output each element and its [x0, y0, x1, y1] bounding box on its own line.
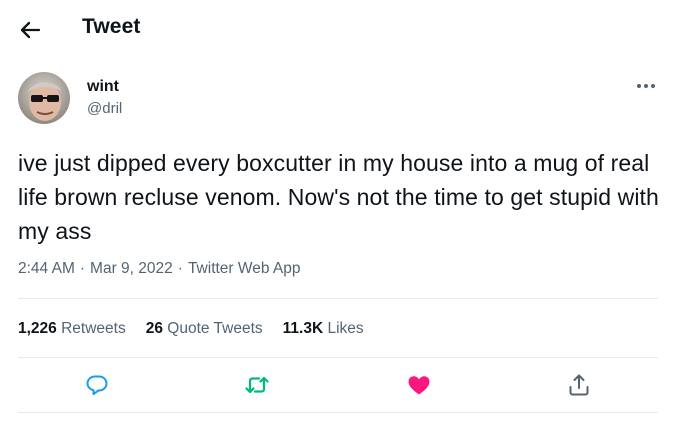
- tweet-date[interactable]: Mar 9, 2022: [90, 260, 173, 277]
- retweets-label: Retweets: [61, 320, 126, 337]
- likes-stat[interactable]: 11.3K Likes: [283, 320, 364, 337]
- author-handle[interactable]: @dril: [87, 100, 122, 117]
- meta-separator: ·: [177, 260, 183, 277]
- tweet-time[interactable]: 2:44 AM: [18, 260, 75, 277]
- like-heart-icon[interactable]: [406, 372, 432, 398]
- likes-label: Likes: [327, 320, 364, 337]
- share-icon[interactable]: [566, 372, 592, 398]
- likes-count: 11.3K: [282, 320, 324, 337]
- retweets-stat[interactable]: 1,226 Retweets: [18, 320, 126, 337]
- more-options-icon[interactable]: [632, 76, 660, 96]
- reply-icon[interactable]: [84, 372, 110, 398]
- tweet-stats: 1,226 Retweets 26 Quote Tweets 11.3K Likes: [18, 320, 384, 338]
- author-display-name[interactable]: wint: [87, 78, 119, 96]
- page-title: Tweet: [82, 15, 141, 38]
- retweets-count: 1,226: [18, 320, 57, 337]
- tweet-source[interactable]: Twitter Web App: [188, 260, 301, 277]
- retweet-icon[interactable]: [244, 372, 270, 398]
- divider: [18, 412, 658, 413]
- divider: [18, 298, 658, 299]
- divider: [18, 357, 658, 358]
- tweet-text: ive just dipped every boxcutter in my ho…: [18, 150, 659, 244]
- back-arrow-icon[interactable]: [16, 16, 44, 44]
- meta-separator: ·: [79, 260, 86, 277]
- avatar[interactable]: [18, 72, 70, 124]
- tweet-meta: 2:44 AM · Mar 9, 2022 · Twitter Web App: [18, 260, 301, 278]
- quote-tweets-label: Quote Tweets: [167, 320, 263, 337]
- quote-tweets-stat[interactable]: 26 Quote Tweets: [146, 320, 263, 337]
- quote-tweets-count: 26: [145, 320, 163, 337]
